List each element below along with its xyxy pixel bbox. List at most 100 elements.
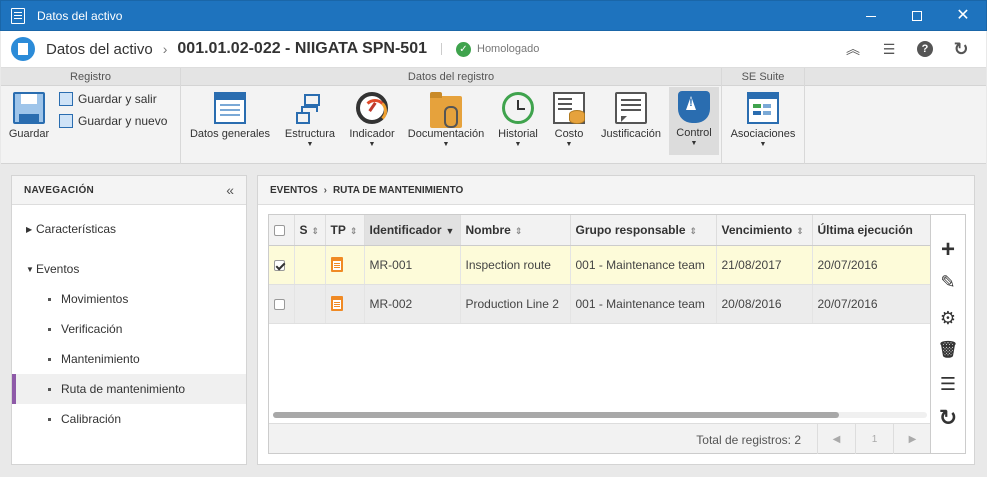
type-cell — [325, 284, 365, 324]
maximize-button[interactable] — [894, 1, 940, 31]
column-header-tp[interactable]: TP ⇕ — [325, 215, 365, 246]
estructura-button[interactable]: Estructura ▼ — [279, 88, 341, 156]
structure-tree-icon — [294, 92, 326, 124]
dropdown-caret-icon: ▼ — [759, 141, 767, 148]
reload-button[interactable]: ↻ — [950, 39, 972, 59]
type-cell — [325, 245, 365, 285]
table-row[interactable]: MR-001 Inspection route 001 - Maintenanc… — [269, 245, 932, 285]
nav-item-calibracion[interactable]: Calibración — [12, 404, 246, 434]
asociaciones-button[interactable]: Asociaciones ▼ — [726, 88, 800, 156]
column-header-s[interactable]: S ⇕ — [294, 215, 326, 246]
column-header-label: Última ejecución — [817, 222, 913, 237]
grid-header-row: S ⇕ TP ⇕ Identificador ▼ Nombre ⇕ Grupo resp… — [269, 215, 932, 246]
row-select-cell[interactable] — [269, 284, 295, 324]
save-button[interactable]: Guardar — [5, 88, 53, 156]
nav-item-verificacion[interactable]: Verificación — [12, 314, 246, 344]
historial-button[interactable]: Historial ▼ — [493, 88, 543, 156]
column-header-label: Identificador — [369, 222, 442, 237]
row-checkbox[interactable] — [274, 259, 285, 271]
scrollbar-thumb[interactable] — [273, 412, 839, 418]
header-actions: ︽ ☰ ? ↻ — [842, 39, 972, 59]
refresh-button[interactable]: ↻ — [931, 403, 965, 433]
ribbon-group-empty — [805, 68, 986, 164]
save-new-label: Guardar y nuevo — [78, 114, 168, 128]
list-icon: ☰ — [939, 373, 957, 394]
cell-ultima: 20/07/2016 — [812, 245, 932, 285]
column-header-ultima[interactable]: Última ejecución — [812, 215, 932, 246]
page-number-label: 1 — [871, 433, 878, 445]
estructura-label: Estructura — [284, 128, 336, 140]
datos-generales-button[interactable]: Datos generales — [185, 88, 275, 156]
sort-icon: ⇕ — [514, 225, 523, 236]
justificacion-button[interactable]: Justificación — [595, 88, 667, 156]
gauge-icon — [356, 92, 388, 124]
help-icon: ? — [917, 41, 933, 57]
historial-label: Historial — [498, 128, 538, 140]
ribbon-group-suite: SE Suite Asociaciones ▼ — [722, 68, 805, 164]
nav-item-mantenimiento[interactable]: Mantenimiento — [12, 344, 246, 374]
section-breadcrumb: EVENTOS › RUTA DE MANTENIMIENTO — [258, 176, 974, 205]
record-header: Datos del activo › 001.01.02-022 - NIIGA… — [1, 31, 986, 68]
configure-button[interactable]: ⚙ — [931, 303, 965, 333]
cell-grupo: 001 - Maintenance team — [570, 245, 717, 285]
select-all-checkbox[interactable] — [274, 225, 285, 237]
nav-item-movimientos[interactable]: Movimientos — [12, 284, 246, 314]
select-all-header[interactable] — [269, 215, 295, 246]
close-button[interactable]: ✕ — [940, 1, 986, 31]
save-new-button[interactable]: Guardar y nuevo — [59, 112, 167, 130]
nav-item-eventos[interactable]: ▼ Eventos — [12, 254, 246, 284]
add-button[interactable]: + — [931, 235, 965, 265]
ribbon-group-title: Registro — [1, 68, 180, 86]
collapse-left-icon[interactable]: « — [226, 182, 234, 198]
row-select-cell[interactable] — [269, 245, 295, 285]
section-breadcrumb-root[interactable]: EVENTOS — [270, 185, 318, 196]
nav-item-caracteristicas[interactable]: ▶ Características — [12, 214, 246, 244]
trash-icon: 🗑 — [937, 342, 959, 359]
costo-button[interactable]: Costo ▼ — [547, 88, 591, 156]
next-page-button[interactable]: ▶ — [893, 424, 931, 454]
minimize-button[interactable] — [848, 1, 894, 31]
bullet-icon — [48, 327, 51, 331]
dropdown-caret-icon: ▼ — [368, 141, 376, 148]
breadcrumb-root[interactable]: Datos del activo — [46, 41, 153, 58]
cell-nombre: Production Line 2 — [460, 284, 571, 324]
column-header-vencimiento[interactable]: Vencimiento ⇕ — [716, 215, 813, 246]
nav-item-ruta-mantenimiento[interactable]: Ruta de mantenimiento — [12, 374, 246, 404]
column-header-label: S — [299, 222, 308, 237]
documentacion-button[interactable]: Documentación ▼ — [403, 88, 489, 156]
indicador-button[interactable]: Indicador ▼ — [345, 88, 399, 156]
bullet-icon — [48, 417, 51, 421]
column-header-nombre[interactable]: Nombre ⇕ — [460, 215, 571, 246]
delete-button[interactable]: 🗑 — [931, 335, 965, 365]
column-header-grupo[interactable]: Grupo responsable ⇕ — [570, 215, 717, 246]
page-number[interactable]: 1 — [855, 424, 893, 454]
refresh-icon: ↻ — [938, 405, 958, 430]
chevron-down-icon: ▼ — [26, 264, 34, 274]
nav-item-label: Características — [36, 222, 117, 236]
help-button[interactable]: ? — [914, 39, 936, 59]
column-header-label: Nombre — [465, 222, 511, 237]
ribbon-group-title-empty — [805, 68, 986, 86]
control-button[interactable]: Control ▼ — [669, 87, 719, 155]
sort-icon: ⇕ — [311, 225, 320, 236]
list-options-button[interactable]: ☰ — [931, 369, 965, 399]
prev-page-button[interactable]: ◀ — [817, 424, 855, 454]
table-row[interactable]: MR-002 Production Line 2 001 - Maintenan… — [269, 284, 932, 324]
list-view-button[interactable]: ☰ — [878, 39, 900, 59]
cell-identificador: MR-001 — [364, 245, 461, 285]
edit-button[interactable]: ✎ — [931, 267, 965, 297]
row-checkbox[interactable] — [274, 298, 285, 310]
ribbon-toolbar: Registro Guardar Guardar y salir Guardar… — [1, 68, 986, 164]
collapse-up-button[interactable]: ︽ — [842, 39, 864, 59]
save-exit-icon — [59, 92, 73, 106]
horizontal-scrollbar[interactable] — [273, 412, 927, 418]
cell-vencimiento: 21/08/2017 — [716, 245, 813, 285]
chevron-right-icon: ▶ — [908, 433, 917, 445]
column-header-identificador[interactable]: Identificador ▼ — [364, 215, 461, 246]
maintenance-route-grid: S ⇕ TP ⇕ Identificador ▼ Nombre ⇕ Grupo resp… — [268, 214, 966, 454]
grid-toolbar: + ✎ ⚙ 🗑 ☰ ↻ — [930, 215, 965, 453]
ribbon-group-title: Datos del registro — [181, 68, 721, 86]
save-exit-button[interactable]: Guardar y salir — [59, 90, 157, 108]
record-title: 001.01.02-022 - NIIGATA SPN-501 — [177, 40, 427, 57]
column-header-label: Vencimiento — [721, 222, 793, 237]
